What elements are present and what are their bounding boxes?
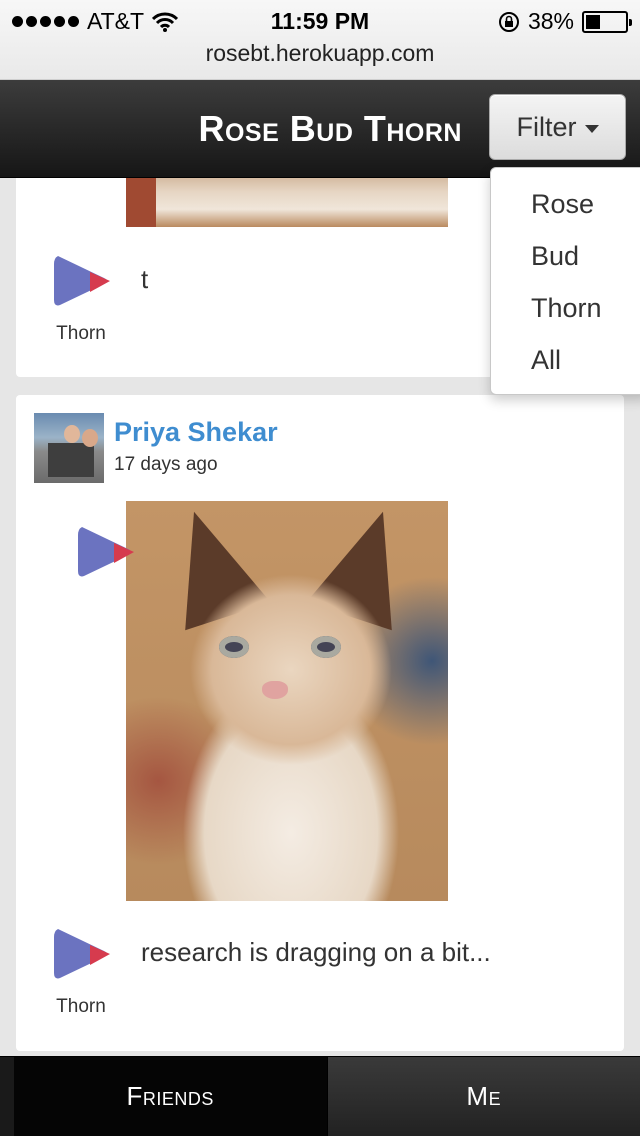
post-type-badge: Thorn bbox=[46, 250, 116, 345]
battery-icon bbox=[582, 10, 632, 33]
filter-option-rose[interactable]: Rose bbox=[491, 180, 640, 232]
post-timestamp: 17 days ago bbox=[114, 454, 218, 475]
post-text: research is dragging on a bit... bbox=[141, 937, 491, 967]
filter-option-thorn[interactable]: Thorn bbox=[491, 284, 640, 336]
post-image bbox=[126, 501, 448, 901]
avatar[interactable] bbox=[34, 413, 104, 483]
address-bar-url[interactable]: rosebt.herokuapp.com bbox=[0, 40, 640, 67]
app-brand[interactable]: Rose Bud Thorn bbox=[198, 108, 462, 150]
post-text: t bbox=[141, 264, 149, 294]
thorn-icon bbox=[54, 256, 110, 306]
thorn-icon bbox=[54, 929, 110, 979]
app-navbar: Rose Bud Thorn Filter bbox=[0, 80, 640, 178]
filter-option-bud[interactable]: Bud bbox=[491, 232, 640, 284]
tab-friends[interactable]: Friends bbox=[0, 1057, 327, 1136]
post-card: Priya Shekar 17 days ago Thorn research … bbox=[16, 395, 624, 1051]
post-type-badge: Thorn bbox=[46, 923, 116, 1018]
post-author-name[interactable]: Priya Shekar bbox=[114, 417, 278, 448]
post-type-label: Thorn bbox=[56, 996, 106, 1017]
thorn-icon bbox=[78, 527, 134, 577]
tab-me[interactable]: Me bbox=[326, 1057, 640, 1136]
filter-option-all[interactable]: All bbox=[491, 336, 640, 388]
filter-dropdown-menu: Rose Bud Thorn All bbox=[490, 167, 640, 395]
post-type-label: Thorn bbox=[56, 323, 106, 344]
post-image bbox=[126, 178, 448, 227]
bottom-tab-bar: Friends Me bbox=[0, 1056, 640, 1136]
status-bar: AT&T 11:59 PM 38% rosebt.herokuapp.com bbox=[0, 0, 640, 80]
battery-percentage: 38% bbox=[527, 8, 574, 34]
filter-button-label: Filter bbox=[516, 111, 577, 142]
filter-button[interactable]: Filter bbox=[489, 94, 626, 160]
rotation-lock-icon bbox=[498, 11, 519, 32]
caret-down-icon bbox=[584, 124, 599, 133]
